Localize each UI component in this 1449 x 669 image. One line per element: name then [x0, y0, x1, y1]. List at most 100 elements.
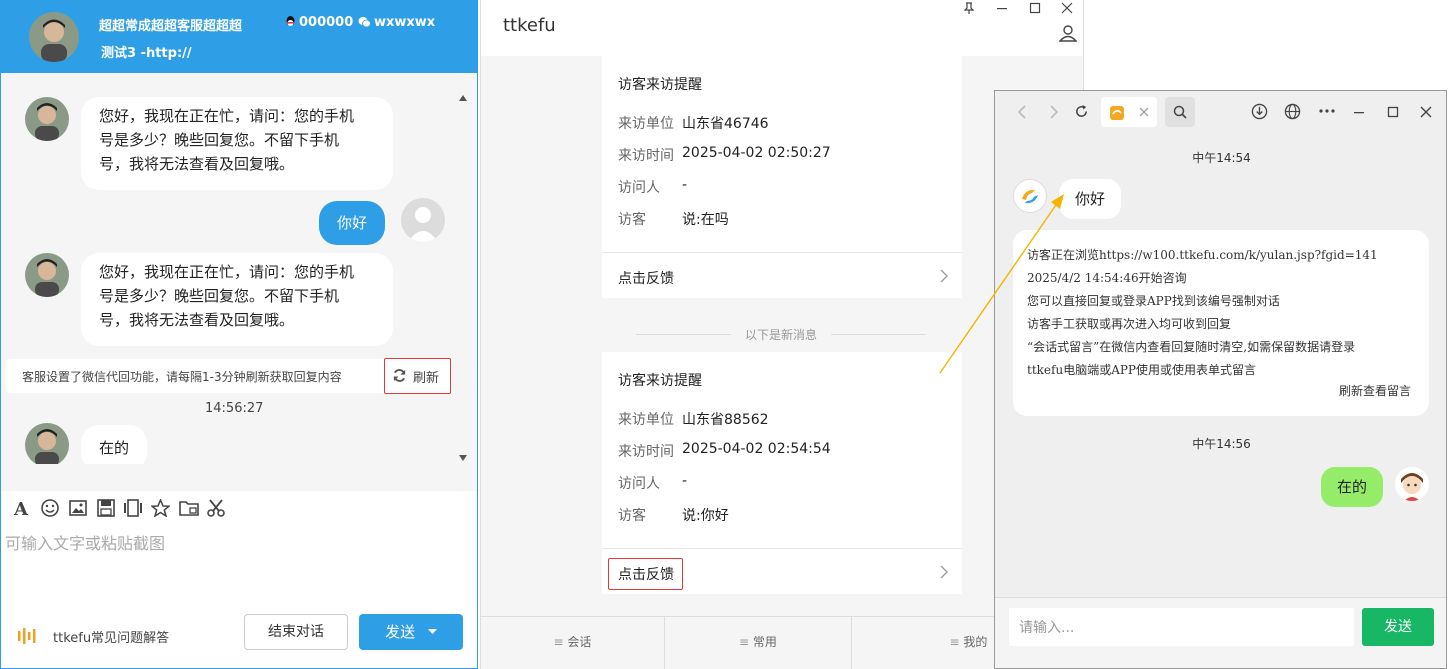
tab-label: 常用 — [752, 635, 777, 649]
visitor-avatar — [401, 198, 445, 242]
back-icon[interactable] — [1017, 105, 1027, 119]
search-icon — [1173, 105, 1187, 119]
visitor-send-button[interactable]: 发送 — [1362, 608, 1434, 646]
maximize-icon[interactable] — [1029, 2, 1041, 14]
user-icon[interactable] — [1059, 24, 1077, 42]
folder-icon[interactable] — [179, 499, 199, 517]
row-value: 2025-04-02 02:50:27 — [682, 145, 831, 161]
visitor-message-bubble: 你好 — [319, 201, 386, 245]
message-time: 14:56:27 — [205, 401, 264, 416]
row-label: 来访时间 — [618, 148, 674, 164]
feedback-link[interactable]: 点击反馈 — [618, 564, 674, 584]
more-icon[interactable] — [1319, 109, 1335, 113]
row-value: 山东省88562 — [682, 412, 769, 428]
message-line: 您好，我现在正在忙，请问：您的手机 — [99, 107, 355, 125]
menu-lines-icon: ≡ — [739, 635, 753, 649]
new-message-divider: 以下是新消息 — [636, 326, 926, 342]
agent-name: 超超常成超超客服超超超 — [99, 19, 243, 34]
visitor-message-input[interactable]: 请输入... — [1009, 608, 1354, 646]
browser-tab[interactable] — [1101, 97, 1157, 127]
agent-subtitle: 测试3 -http:// — [101, 46, 192, 61]
notice-text: 客服设置了微信代回功能，请每隔1-3分钟刷新获取回复内容 — [22, 370, 342, 384]
row-label: 来访时间 — [618, 444, 674, 460]
maximize-icon[interactable] — [1387, 106, 1399, 118]
app-title: ttkefu — [503, 15, 556, 36]
message-input-placeholder: 可输入文字或粘贴截图 — [5, 534, 166, 553]
visit-alert-card: 访客来访提醒 来访单位 山东省88562 来访时间 2025-04-02 02:… — [602, 352, 962, 594]
caret-down-icon[interactable] — [427, 629, 437, 635]
tab-common[interactable]: ≡ 常用 — [665, 617, 852, 669]
message-line: 号是多少？晚些回复您。不留下手机 — [99, 287, 340, 305]
minimize-icon[interactable] — [996, 2, 1008, 14]
message-clip: 在的 — [1, 419, 455, 464]
row-value: 山东省46746 — [682, 116, 769, 132]
agent-avatar-small — [25, 423, 69, 464]
feedback-link[interactable]: 点击反馈 — [618, 268, 674, 288]
wechat-reply-notice: 客服设置了微信代回功能，请每隔1-3分钟刷新获取回复内容 刷新 — [6, 358, 452, 394]
agent-message-bubble: 在的 — [81, 425, 148, 464]
tab-close-icon[interactable] — [1139, 107, 1149, 117]
forward-icon[interactable] — [1049, 105, 1059, 119]
divider-line — [831, 334, 926, 335]
row-value: - — [682, 177, 688, 193]
chat-scrollbar[interactable] — [456, 89, 470, 467]
chevron-right-icon[interactable] — [940, 565, 948, 579]
menu-lines-icon: ≡ — [553, 635, 568, 649]
star-icon[interactable] — [151, 499, 170, 517]
agent-avatar-small — [25, 97, 69, 141]
message-line: 号是多少？晚些回复您。不留下手机 — [99, 131, 340, 149]
refresh-label: 刷新 — [413, 371, 440, 386]
search-button[interactable] — [1165, 97, 1195, 127]
send-label: 发送 — [385, 623, 416, 641]
tab-label: 我的 — [963, 635, 988, 649]
agent-avatar[interactable] — [29, 12, 79, 62]
qq-number: 000000 — [299, 15, 354, 30]
font-icon[interactable]: A — [13, 499, 31, 517]
row-label: 访客 — [618, 508, 646, 524]
agent-message-bubble: 您好，我现在正在忙，请问：您的手机 号是多少？晚些回复您。不留下手机 号，我将无… — [81, 97, 393, 190]
end-chat-button[interactable]: 结束对话 — [244, 614, 348, 650]
message-time: 中午14:54 — [1192, 151, 1251, 165]
row-label: 访问人 — [618, 476, 660, 492]
wechat-id: wxwxwx — [374, 15, 436, 30]
download-icon[interactable] — [1251, 103, 1268, 120]
agent-message-bubble: 您好，我现在正在忙，请问：您的手机 号是多少？晚些回复您。不留下手机 号，我将无… — [81, 253, 393, 346]
minimize-icon[interactable] — [1353, 106, 1365, 118]
refresh-button[interactable]: 刷新 — [384, 358, 451, 394]
image-icon[interactable] — [69, 499, 87, 517]
visitor-reply-bubble: 在的 — [1321, 467, 1384, 507]
visit-alert-card: 访客来访提醒 来访单位 山东省46746 来访时间 2025-04-02 02:… — [602, 56, 962, 298]
close-icon[interactable] — [1420, 106, 1432, 118]
screenshot-icon[interactable] — [123, 499, 143, 517]
message-line: 号，我将无法查看及回复哦。 — [99, 311, 295, 329]
globe-icon[interactable] — [1284, 103, 1301, 120]
faq-link[interactable]: ttkefu常见问题解答 — [53, 627, 169, 646]
agent-avatar-small — [25, 253, 69, 297]
ttkefu-titlebar: ttkefu — [481, 0, 1083, 56]
tab-sessions[interactable]: ≡ 会话 — [481, 617, 665, 669]
browser-toolbar — [995, 91, 1446, 133]
info-line: “会话式留言”在微信内查看回复随时清空,如需保留数据请登录 — [1027, 340, 1356, 354]
row-label: 来访单位 — [618, 412, 674, 428]
agent-chat-window: 超超常成超超客服超超超 000000 wxwxwx 测试3 -http:// 您… — [0, 0, 478, 669]
message-line: 您好，我现在正在忙，请问：您的手机 — [99, 263, 355, 281]
row-value: 2025-04-02 02:54:54 — [682, 441, 831, 457]
scissors-icon[interactable] — [207, 499, 225, 517]
card-divider — [602, 548, 962, 549]
visitor-avatar — [1395, 467, 1429, 501]
close-icon[interactable] — [1061, 2, 1073, 14]
send-button[interactable]: 发送 — [359, 614, 463, 650]
card-divider — [602, 252, 962, 253]
refresh-messages-link[interactable]: 刷新查看留言 — [1339, 382, 1411, 399]
row-label: 访客 — [618, 212, 646, 228]
pin-icon[interactable] — [963, 2, 975, 14]
divider-label: 以下是新消息 — [744, 328, 817, 342]
wechat-icon — [358, 17, 371, 28]
row-value: 说:在吗 — [682, 212, 729, 228]
card-title: 访客来访提醒 — [618, 373, 702, 389]
qq-icon — [286, 16, 295, 26]
menu-lines-icon: ≡ — [949, 635, 964, 649]
save-icon[interactable] — [97, 499, 115, 517]
reload-icon[interactable] — [1074, 104, 1089, 119]
emoji-icon[interactable] — [41, 499, 59, 517]
